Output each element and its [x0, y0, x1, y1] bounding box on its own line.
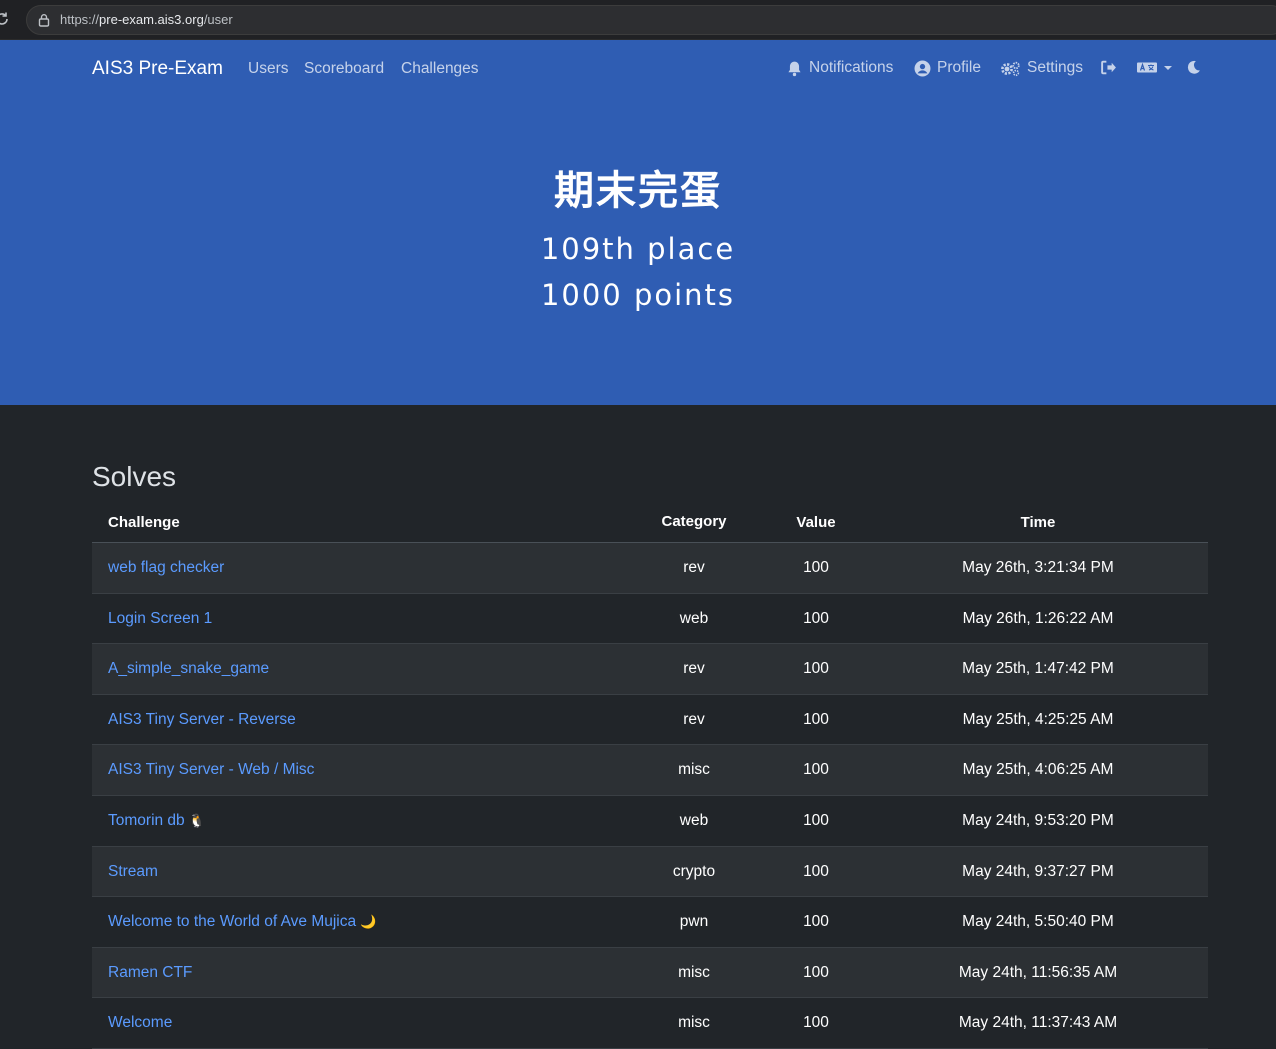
- challenge-value: 100: [803, 761, 829, 779]
- challenge-category: rev: [683, 559, 705, 576]
- user-circle-icon: [914, 60, 931, 76]
- url-text: https://pre-exam.ais3.org/user: [60, 12, 233, 27]
- solve-time: May 26th, 1:26:22 AM: [962, 609, 1114, 627]
- challenge-category: crypto: [672, 862, 716, 880]
- nav-settings[interactable]: Settings: [1000, 59, 1083, 77]
- theme-toggle[interactable]: [1186, 59, 1201, 76]
- challenge-name: Stream: [108, 862, 158, 880]
- challenge-category: rev: [683, 660, 705, 678]
- column-header-challenge: Challenge: [108, 514, 180, 531]
- challenge-category: misc: [678, 963, 710, 981]
- challenge-value: 100: [803, 862, 829, 880]
- challenge-category: rev: [683, 710, 705, 728]
- nav-profile[interactable]: Profile: [914, 59, 981, 77]
- table-row: AIS3 Tiny Server - Web / Misc misc 100 May …: [92, 745, 1208, 796]
- nav-link-users[interactable]: Users: [248, 60, 288, 78]
- table-row: web flag checker rev 100 May 26th, 3:21:34 …: [92, 543, 1208, 594]
- table-row: Tomorin db 🐧 web 100 May 24th, 9:53:20 PM: [92, 795, 1208, 847]
- challenge-name: Welcome: [108, 1014, 173, 1032]
- challenge-value: 100: [803, 559, 829, 576]
- table-row: Ramen CTF misc 100 May 24th, 11:56:35 AM: [92, 947, 1208, 999]
- language-icon: [1137, 62, 1157, 73]
- column-header-time: Time: [1020, 514, 1056, 531]
- reload-icon[interactable]: [0, 11, 10, 27]
- user-name-title: 期末完蛋: [554, 169, 722, 213]
- table-header: Challenge Category Value Time: [92, 503, 1208, 543]
- solves-table: Challenge Category Value Time web flag c…: [92, 503, 1208, 1049]
- challenge-name: AIS3 Tiny Server - Web / Misc: [108, 761, 315, 779]
- nav-link-challenges[interactable]: Challenges: [401, 60, 479, 78]
- nav-settings-label: Settings: [1027, 59, 1084, 76]
- gears-icon: [1001, 61, 1020, 76]
- challenge-category: misc: [678, 761, 710, 779]
- challenge-name: Login Screen 1: [108, 609, 213, 627]
- challenge-value: 100: [803, 660, 829, 678]
- challenge-category: web: [679, 609, 709, 627]
- url-path: /user: [203, 12, 233, 27]
- challenge-emoji: 🐧: [188, 812, 205, 828]
- table-row: A_simple_snake_game rev 100 May 25th, 1:47:…: [92, 644, 1208, 695]
- challenge-value: 100: [803, 963, 829, 981]
- challenge-name: AIS3 Tiny Server - Reverse: [108, 710, 296, 728]
- solves-heading: Solves: [92, 461, 177, 492]
- challenge-emoji: 🌙: [360, 914, 377, 930]
- logout-icon: [1101, 60, 1116, 75]
- user-points: 1000 points: [540, 278, 736, 312]
- navbar-brand[interactable]: AIS3 Pre-Exam: [92, 58, 223, 80]
- challenge-link[interactable]: Welcome to the World of Ave Mujica 🌙: [108, 913, 376, 931]
- column-header-category: Category: [661, 513, 727, 530]
- challenge-value: 100: [803, 811, 829, 829]
- nav-notifications[interactable]: Notifications: [786, 59, 893, 77]
- solve-time: May 24th, 11:56:35 AM: [958, 963, 1118, 981]
- challenge-value: 100: [803, 710, 829, 728]
- solve-time: May 25th, 4:06:25 AM: [962, 761, 1114, 779]
- challenge-category: web: [679, 811, 709, 829]
- lock-icon[interactable]: [37, 13, 51, 27]
- browser-address-bar: https://pre-exam.ais3.org/user: [0, 0, 1276, 40]
- table-row: Stream crypto 100 May 24th, 9:37:27 PM: [92, 846, 1208, 898]
- challenge-name: web flag checker: [108, 559, 225, 576]
- nav-profile-label: Profile: [937, 59, 981, 76]
- solve-time: May 24th, 9:37:27 PM: [962, 862, 1114, 880]
- challenge-value: 100: [803, 913, 829, 931]
- challenge-link[interactable]: AIS3 Tiny Server - Web / Misc: [108, 761, 314, 779]
- url-input[interactable]: https://pre-exam.ais3.org/user: [26, 5, 1276, 35]
- challenge-link[interactable]: Login Screen 1: [108, 610, 212, 628]
- challenge-link[interactable]: A_simple_snake_game: [108, 660, 269, 678]
- chevron-down-icon: [1164, 65, 1172, 70]
- challenge-name: A_simple_snake_game: [108, 660, 270, 678]
- user-place: 109th place: [540, 232, 736, 266]
- solve-time: May 26th, 3:21:34 PM: [962, 559, 1114, 576]
- challenge-link[interactable]: Stream: [108, 863, 158, 881]
- nav-notifications-label: Notifications: [809, 59, 894, 76]
- nav-link-scoreboard[interactable]: Scoreboard: [304, 60, 384, 78]
- challenge-value: 100: [803, 609, 829, 627]
- hero-banner: AIS3 Pre-Exam Users Scoreboard Challenge…: [0, 40, 1276, 405]
- language-dropdown[interactable]: [1136, 59, 1172, 76]
- logout-button[interactable]: [1100, 59, 1117, 76]
- challenge-category: pwn: [679, 913, 709, 931]
- table-row: AIS3 Tiny Server - Reverse rev 100 May 25th…: [92, 694, 1208, 746]
- solve-time: May 24th, 5:50:40 PM: [962, 913, 1114, 931]
- challenge-link[interactable]: Ramen CTF: [108, 964, 192, 982]
- solve-time: May 25th, 4:25:25 AM: [962, 710, 1114, 728]
- solve-time: May 25th, 1:47:42 PM: [962, 660, 1114, 678]
- bell-icon: [788, 61, 801, 76]
- challenge-name: Tomorin db: [108, 811, 185, 829]
- url-host: pre-exam.ais3.org: [99, 12, 204, 27]
- table-row: Login Screen 1 web 100 May 26th, 1:26:22 AM: [92, 593, 1208, 645]
- challenge-link[interactable]: AIS3 Tiny Server - Reverse: [108, 711, 296, 729]
- challenge-link[interactable]: web flag checker: [108, 559, 224, 577]
- challenge-name: Ramen CTF: [108, 963, 193, 981]
- column-header-value: Value: [796, 514, 836, 531]
- url-scheme: https://: [60, 12, 100, 27]
- moon-icon: [1187, 60, 1200, 74]
- solve-time: May 24th, 9:53:20 PM: [962, 811, 1114, 829]
- challenge-link[interactable]: Tomorin db 🐧: [108, 812, 205, 830]
- challenge-name: Welcome to the World of Ave Mujica: [108, 913, 357, 931]
- table-row: Welcome misc 100 May 24th, 11:37:43 AM: [92, 998, 1208, 1049]
- table-body: web flag checker rev 100 May 26th, 3:21:34 …: [92, 543, 1208, 1049]
- table-row: Welcome to the World of Ave Mujica 🌙 pwn 10…: [92, 897, 1208, 948]
